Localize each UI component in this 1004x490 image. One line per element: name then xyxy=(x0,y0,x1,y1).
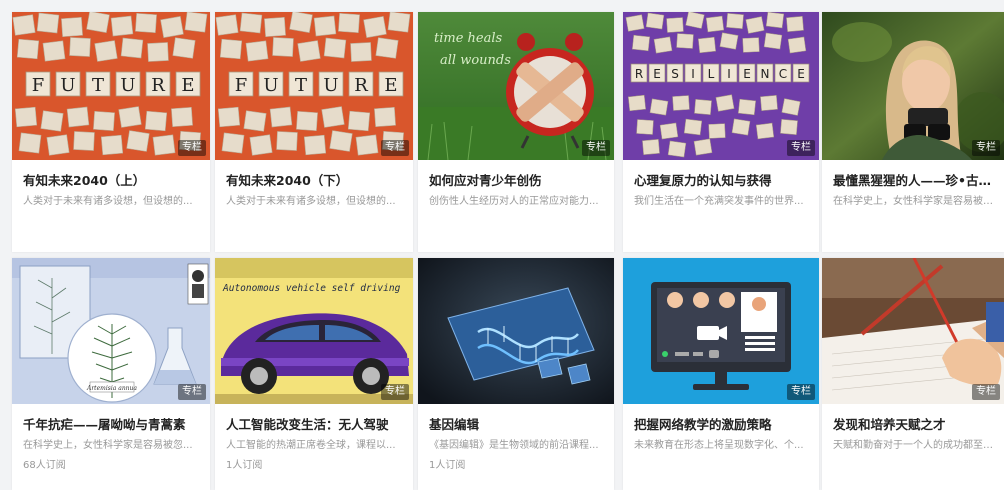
svg-text:F: F xyxy=(32,75,45,96)
course-description: 在科学史上，女性科学家是容易被忽... xyxy=(23,440,193,451)
svg-text:F: F xyxy=(235,75,248,96)
autonomous-car-image: Autonomous vehicle self driving 专栏 xyxy=(215,258,413,404)
column-badge: 专栏 xyxy=(178,140,206,156)
column-badge: 专栏 xyxy=(787,384,815,400)
svg-text:U: U xyxy=(323,75,338,96)
course-card[interactable]: 专栏 最懂黑猩猩的人——珍•古道尔 在科学史上，女性科学家是容易被忽... xyxy=(822,12,1004,252)
svg-text:E: E xyxy=(797,67,805,81)
course-description: 人类对于未来有诸多设想，但设想的... xyxy=(23,196,193,207)
subscriber-count: 1人订阅 xyxy=(429,460,466,471)
artemisia-illustration-image: Artemisia annua 专栏 xyxy=(12,258,210,404)
svg-text:T: T xyxy=(92,75,104,96)
course-title[interactable]: 基因编辑 xyxy=(429,414,606,433)
course-title[interactable]: 人工智能改变生活：无人驾驶 xyxy=(226,414,405,433)
course-card[interactable]: 专栏 发现和培养天赋之才 天赋和勤奋对于一个人的成功都至关... xyxy=(822,258,1004,490)
svg-text:E: E xyxy=(384,75,397,96)
resilience-tiles-image: RES ILI ENC E 专栏 xyxy=(623,12,819,160)
thumb-caption: Autonomous vehicle self driving xyxy=(222,283,401,294)
svg-text:U: U xyxy=(120,75,135,96)
course-description: 人工智能的热潮正席卷全球，课程以... xyxy=(226,440,396,451)
course-title[interactable]: 如何应对青少年创伤 xyxy=(429,170,606,189)
column-badge: 专栏 xyxy=(178,384,206,400)
course-grid: FUT URE 专栏 有知未来2040（上） 人类对于未来有诸多设想，但设想的.… xyxy=(0,0,1004,490)
column-badge: 专栏 xyxy=(582,140,610,156)
svg-text:I: I xyxy=(691,67,695,81)
svg-text:E: E xyxy=(653,67,661,81)
scientist-binoculars-image: 专栏 xyxy=(822,12,1004,160)
column-badge: 专栏 xyxy=(381,384,409,400)
writing-hand-image: 专栏 xyxy=(822,258,1004,404)
dna-puzzle-image xyxy=(418,258,614,404)
course-title[interactable]: 最懂黑猩猩的人——珍•古道尔 xyxy=(833,170,996,189)
course-title[interactable]: 千年抗疟——屠呦呦与青蒿素 xyxy=(23,414,202,433)
course-description: 未来教育在形态上将呈现数字化、个... xyxy=(634,440,804,451)
svg-text:U: U xyxy=(60,75,75,96)
thumb-caption: all wounds xyxy=(440,53,511,68)
course-description: 创伤性人生经历对人的正常应对能力... xyxy=(429,196,599,207)
course-description: 在科学史上，女性科学家是容易被忽... xyxy=(833,196,996,207)
svg-text:E: E xyxy=(743,67,751,81)
course-title[interactable]: 心理复原力的认知与获得 xyxy=(634,170,811,189)
svg-text:R: R xyxy=(354,75,368,96)
future-tiles-image: FUT URE 专栏 xyxy=(215,12,413,160)
course-title[interactable]: 有知未来2040（上） xyxy=(23,170,202,189)
svg-text:L: L xyxy=(708,67,715,81)
svg-text:S: S xyxy=(671,67,679,81)
svg-text:C: C xyxy=(779,67,787,81)
course-card[interactable]: FUT URE 专栏 有知未来2040（下） 人类对于未来有诸多设想，但设想的.… xyxy=(215,12,413,252)
course-card[interactable]: FUT URE 专栏 有知未来2040（上） 人类对于未来有诸多设想，但设想的.… xyxy=(12,12,210,252)
course-card[interactable]: Autonomous vehicle self driving 专栏 人工智能改… xyxy=(215,258,413,490)
course-description: 我们生活在一个充满突发事件的世界... xyxy=(634,196,804,207)
course-card[interactable]: 基因编辑 《基因编辑》是生物领域的前沿课程... 1人订阅 xyxy=(418,258,614,490)
column-badge: 专栏 xyxy=(972,384,1000,400)
subscriber-count: 1人订阅 xyxy=(226,460,263,471)
column-badge: 专栏 xyxy=(972,140,1000,156)
svg-text:N: N xyxy=(761,67,770,81)
future-tiles-image: FUT URE 专栏 xyxy=(12,12,210,160)
svg-text:R: R xyxy=(151,75,165,96)
svg-text:T: T xyxy=(295,75,307,96)
svg-text:R: R xyxy=(635,67,643,81)
course-card[interactable]: time heals all wounds 专栏 如何应对青少年创伤 创伤性人生… xyxy=(418,12,614,252)
course-card[interactable]: RES ILI ENC E 专栏 心理复原力的认知与获得 我们生活在一个充满突发… xyxy=(623,12,819,252)
svg-text:E: E xyxy=(181,75,194,96)
course-card[interactable]: Artemisia annua 专栏 千年抗疟——屠呦呦与青蒿素 在科学史上，女… xyxy=(12,258,210,490)
course-card[interactable]: 专栏 把握网络教学的激励策略 未来教育在形态上将呈现数字化、个... xyxy=(623,258,819,490)
course-description: 《基因编辑》是生物领域的前沿课程... xyxy=(429,440,599,451)
course-title[interactable]: 把握网络教学的激励策略 xyxy=(634,414,811,433)
video-conference-image: 专栏 xyxy=(623,258,819,404)
thumb-caption: Artemisia annua xyxy=(86,385,137,392)
svg-text:U: U xyxy=(263,75,278,96)
course-description: 人类对于未来有诸多设想，但设想的... xyxy=(226,196,396,207)
svg-text:I: I xyxy=(727,67,731,81)
course-title[interactable]: 有知未来2040（下） xyxy=(226,170,405,189)
bandaged-alarm-clock-image: time heals all wounds 专栏 xyxy=(418,12,614,160)
column-badge: 专栏 xyxy=(381,140,409,156)
subscriber-count: 68人订阅 xyxy=(23,460,66,471)
thumb-caption: time heals xyxy=(434,31,503,46)
course-description: 天赋和勤奋对于一个人的成功都至关... xyxy=(833,440,996,451)
course-title[interactable]: 发现和培养天赋之才 xyxy=(833,414,996,433)
column-badge: 专栏 xyxy=(787,140,815,156)
